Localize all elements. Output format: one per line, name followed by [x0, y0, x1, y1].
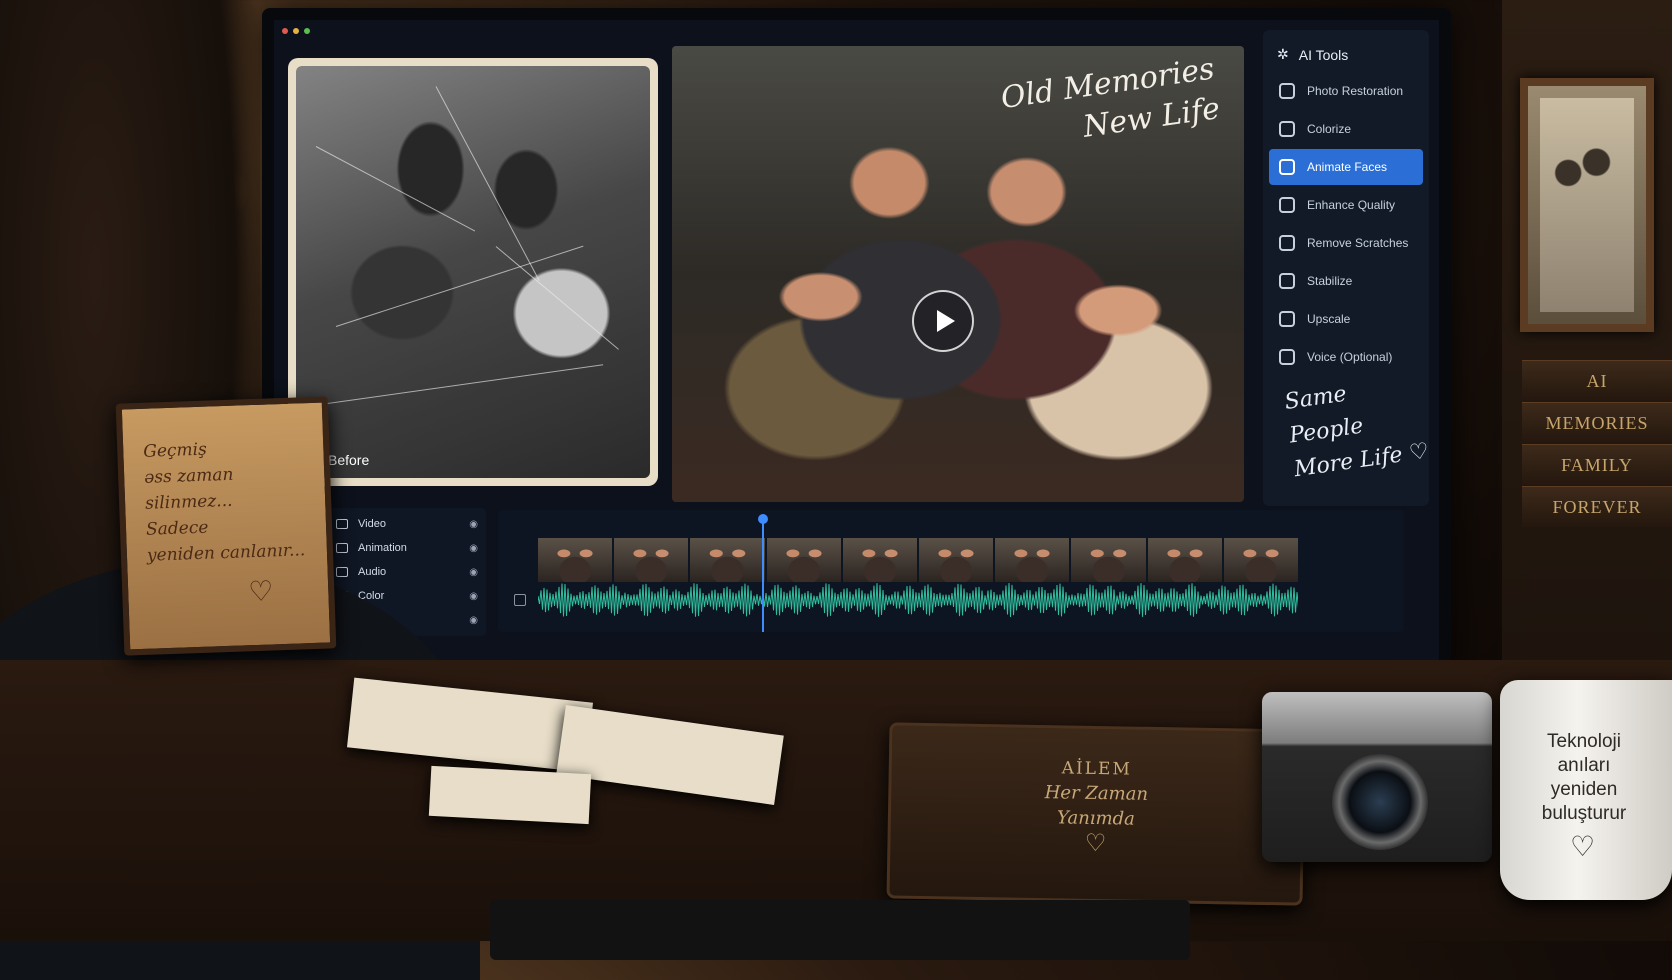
- video-thumbnail: [538, 538, 613, 582]
- close-dot-icon[interactable]: [282, 28, 288, 34]
- voice-icon: [1279, 349, 1295, 365]
- stabilize-icon: [1279, 273, 1295, 289]
- timeline[interactable]: [498, 510, 1404, 632]
- play-button[interactable]: [912, 290, 974, 352]
- minimize-dot-icon[interactable]: [293, 28, 299, 34]
- maximize-dot-icon[interactable]: [304, 28, 310, 34]
- keyboard: [490, 900, 1190, 960]
- tool-item-label: Stabilize: [1307, 274, 1353, 288]
- visibility-eye-icon[interactable]: ◉: [469, 615, 478, 626]
- layer-label: Audio: [358, 566, 387, 578]
- tool-item-label: Colorize: [1307, 122, 1352, 136]
- heart-icon: ♡: [1570, 831, 1596, 862]
- tool-item-enhance-quality[interactable]: Enhance Quality: [1269, 187, 1423, 223]
- tool-item-stabilize[interactable]: Stabilize: [1269, 263, 1423, 299]
- ai-tools-header: ✲ AI Tools: [1277, 46, 1349, 63]
- vintage-camera: [1262, 692, 1492, 862]
- visibility-eye-icon[interactable]: ◉: [469, 519, 478, 530]
- handwritten-card: Geçmiş əss zaman silinmez... Sadece yeni…: [115, 396, 337, 656]
- audio-icon: [336, 567, 348, 577]
- heart-icon: ♡: [1407, 438, 1431, 467]
- upscale-icon: [1279, 311, 1295, 327]
- playhead[interactable]: [758, 514, 768, 632]
- tool-item-photo-restoration[interactable]: Photo Restoration: [1269, 73, 1423, 109]
- video-thumbnail: [842, 538, 918, 582]
- video-thumbnail: [1071, 538, 1146, 582]
- bookshelf: AI MEMORIES FAMILY FOREVER: [1502, 0, 1672, 680]
- layer-label: Animation: [358, 542, 407, 554]
- face-icon: [1279, 159, 1295, 175]
- tool-item-animate-faces[interactable]: Animate Faces: [1269, 149, 1423, 185]
- mug-text: Teknoloji anıları yeniden buluşturur: [1541, 731, 1627, 824]
- tool-item-upscale[interactable]: Upscale: [1269, 301, 1423, 337]
- coffee-mug: Teknoloji anıları yeniden buluşturur ♡: [1500, 680, 1672, 900]
- card-text: Geçmiş əss zaman silinmez... Sadece yeni…: [143, 439, 306, 566]
- tool-item-label: Remove Scratches: [1307, 236, 1409, 250]
- animation-icon: [336, 543, 348, 553]
- enhance-icon: [1279, 197, 1295, 213]
- track-checkbox[interactable]: [514, 594, 526, 606]
- tool-item-label: Voice (Optional): [1307, 350, 1393, 364]
- book-spine: FOREVER: [1522, 486, 1672, 527]
- layer-label: Color: [358, 590, 385, 602]
- palette-icon: [1279, 121, 1295, 137]
- before-photo: [296, 66, 650, 478]
- after-preview[interactable]: Old Memories New Life: [672, 46, 1244, 502]
- video-thumbnail: [614, 538, 689, 582]
- framed-photo: [1520, 78, 1654, 332]
- visibility-eye-icon[interactable]: ◉: [469, 591, 478, 602]
- heart-icon: ♡: [1084, 828, 1107, 858]
- photo-restoration-icon: [1279, 83, 1295, 99]
- before-panel: Before: [288, 58, 658, 486]
- heart-icon: ♡: [247, 575, 274, 608]
- layer-label: Video: [358, 518, 386, 530]
- before-label: Before: [328, 452, 370, 468]
- waveform-path: [538, 582, 1298, 618]
- visibility-eye-icon[interactable]: ◉: [469, 543, 478, 554]
- tool-item-colorize[interactable]: Colorize: [1269, 111, 1423, 147]
- audio-waveform[interactable]: [538, 582, 1298, 618]
- sparkle-icon: ✲: [1277, 46, 1289, 62]
- play-icon: [936, 310, 955, 332]
- preview-headline: Old Memories New Life: [998, 51, 1223, 145]
- video-thumbnail: [1223, 538, 1299, 582]
- video-thumbnail: [919, 538, 994, 582]
- video-thumbnail: [766, 538, 841, 582]
- video-thumbnail: [1147, 538, 1222, 582]
- panel-tagline: Same People More Life ♡: [1283, 381, 1431, 483]
- ai-tools-panel: ✲ AI Tools Photo Restoration Colorize Anim…: [1263, 30, 1431, 506]
- monitor: Before Old Memories New Life ✲ AI Tools …: [262, 8, 1451, 682]
- tool-item-label: Upscale: [1307, 312, 1351, 326]
- video-thumbnail: [995, 538, 1070, 582]
- video-icon: [336, 519, 348, 529]
- layer-audio[interactable]: Audio ◉: [328, 560, 486, 584]
- visibility-eye-icon[interactable]: ◉: [469, 567, 478, 578]
- family-album: AİLEM Her Zaman Yanımda ♡: [886, 722, 1306, 906]
- layer-video[interactable]: Video ◉: [328, 512, 486, 536]
- tool-item-label: Photo Restoration: [1307, 84, 1404, 98]
- tool-item-label: Animate Faces: [1307, 160, 1388, 174]
- video-thumbnail: [690, 538, 765, 582]
- tool-item-remove-scratches[interactable]: Remove Scratches: [1269, 225, 1423, 261]
- book-spine: AI: [1522, 360, 1672, 401]
- old-photo: [428, 765, 592, 825]
- scratch-remove-icon: [1279, 235, 1295, 251]
- camera-lens: [1332, 754, 1428, 850]
- tool-item-label: Enhance Quality: [1307, 198, 1396, 212]
- window-titlebar: [274, 20, 682, 42]
- book-spine: MEMORIES: [1522, 402, 1672, 443]
- book-spine: FAMILY: [1522, 444, 1672, 485]
- video-track[interactable]: [538, 538, 1299, 582]
- layer-animation[interactable]: Animation ◉: [328, 536, 486, 560]
